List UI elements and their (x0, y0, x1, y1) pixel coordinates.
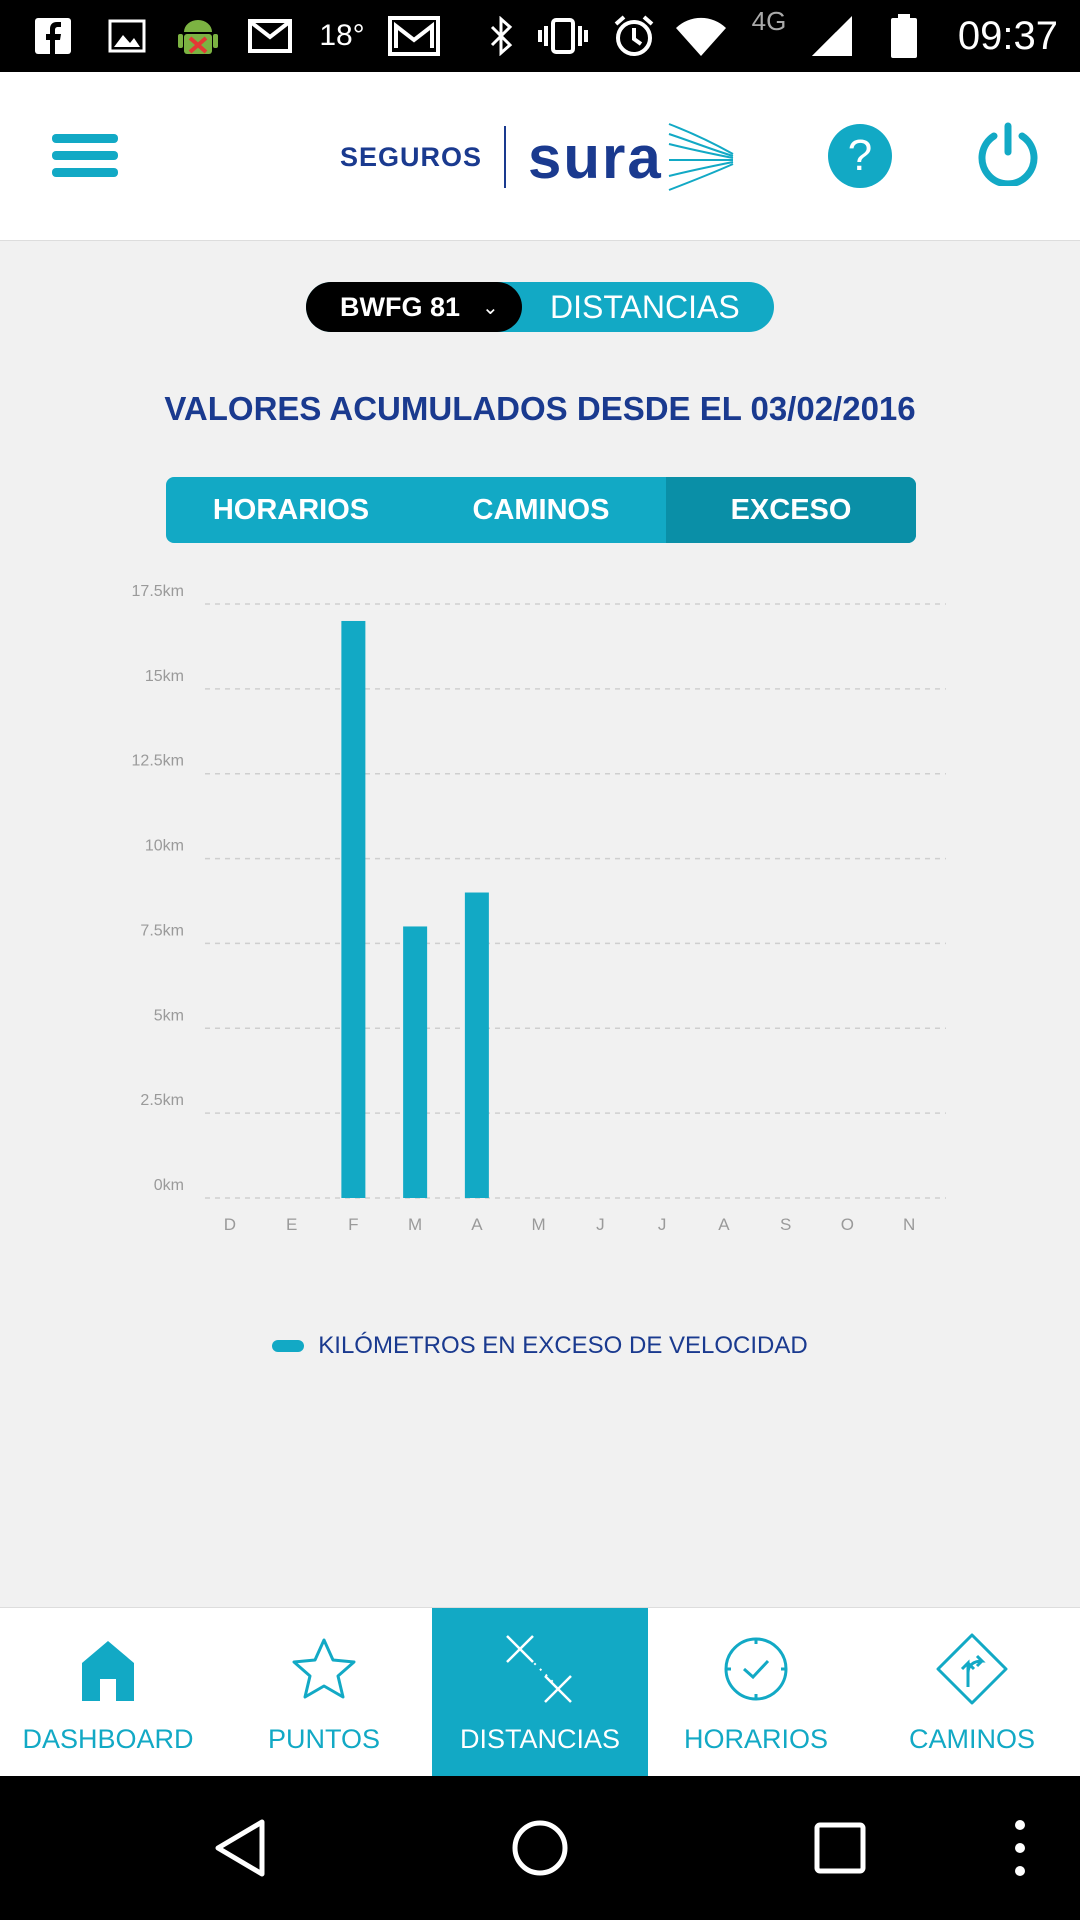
x-tick-label: N (903, 1215, 915, 1234)
facebook-icon (30, 0, 76, 72)
battery-icon (884, 0, 924, 72)
star-icon (216, 1632, 432, 1706)
distance-icon (432, 1632, 648, 1706)
clock-text: 09:37 (957, 13, 1058, 58)
chevron-down-icon: ⌄ (482, 296, 499, 319)
status-bar: 18° 4G 09:37 (0, 0, 1080, 72)
signal-icon (808, 0, 856, 72)
bar-a-4 (464, 892, 489, 1198)
nav-puntos-label: PUNTOS (267, 1724, 381, 1754)
nav-distancias-label: DISTANCIAS (459, 1724, 621, 1754)
logo-divider (504, 126, 507, 188)
nav-dashboard[interactable]: DASHBOARD (0, 1608, 216, 1776)
speed-excess-bar-chart: 0km 2.5km 5km 7.5km 10km 12.5km 15km 17.5km D E F M… (132, 583, 946, 1234)
gmail-outline-icon (386, 0, 442, 72)
page-title: VALORES ACUMULADOS DESDE EL 03/02/2016 (164, 390, 916, 427)
nav-dashboard-label: DASHBOARD (22, 1724, 194, 1754)
x-tick-label: M (532, 1215, 546, 1234)
y-tick-label: 15km (145, 668, 184, 685)
back-icon[interactable] (200, 1776, 280, 1920)
nav-puntos[interactable]: PUNTOS (216, 1608, 432, 1776)
gmail-icon (246, 0, 294, 72)
legend-swatch (272, 1340, 305, 1352)
vehicle-dropdown[interactable]: BWFG 81 ⌄ (306, 282, 522, 332)
logo-seguros-text: SEGUROS (340, 141, 483, 172)
bluetooth-icon (484, 0, 520, 72)
y-tick-label: 5km (154, 1007, 184, 1024)
tab-exceso[interactable]: EXCESO (666, 477, 916, 543)
y-tick-label: 17.5km (132, 583, 184, 600)
vibrate-icon (534, 0, 592, 72)
more-vertical-icon[interactable] (1000, 1776, 1040, 1920)
android-debug-icon (174, 0, 222, 72)
recents-icon[interactable] (800, 1776, 880, 1920)
x-tick-label: O (841, 1215, 854, 1234)
section-label: DISTANCIAS (550, 288, 740, 325)
y-tick-label: 2.5km (140, 1092, 184, 1109)
y-tick-label: 12.5km (132, 753, 184, 770)
y-tick-label: 10km (145, 838, 184, 855)
nav-caminos[interactable]: CAMINOS (864, 1608, 1080, 1776)
alarm-icon (610, 0, 658, 72)
tab-horarios[interactable]: HORARIOS (166, 477, 416, 543)
network-type-text: 4G (751, 6, 787, 36)
home-circle-icon[interactable] (500, 1776, 580, 1920)
home-icon (0, 1632, 216, 1706)
x-tick-label: J (658, 1215, 667, 1234)
clock-icon (648, 1632, 864, 1706)
app-header: SEGUROS sura ? (0, 72, 1080, 241)
y-tick-label: 0km (154, 1177, 184, 1194)
x-tick-label: F (348, 1215, 358, 1234)
logo-wing-icon (668, 123, 734, 191)
bottom-navigation: DASHBOARD PUNTOS DISTANCIAS HORARIOS CAM… (0, 1607, 1080, 1776)
x-tick-label: E (286, 1215, 297, 1234)
bar-m-3 (403, 926, 428, 1198)
x-tick-label: S (780, 1215, 791, 1234)
x-tick-label: D (224, 1215, 236, 1234)
x-tick-label: M (408, 1215, 422, 1234)
nav-caminos-label: CAMINOS (908, 1724, 1035, 1754)
wifi-icon (672, 0, 730, 72)
nav-distancias[interactable]: DISTANCIAS (432, 1608, 648, 1776)
vehicle-plate-text: BWFG 81 (340, 291, 461, 322)
chart-legend: KILÓMETROS EN EXCESO DE VELOCIDAD (0, 1332, 1080, 1360)
sura-logo: SEGUROS sura (340, 122, 735, 192)
x-tick-label: J (596, 1215, 605, 1234)
gallery-icon (104, 0, 150, 72)
chart-tabs: HORARIOS CAMINOS EXCESO (166, 477, 916, 543)
power-icon[interactable] (976, 122, 1040, 188)
help-button[interactable]: ? (828, 124, 892, 188)
tab-caminos[interactable]: CAMINOS (416, 477, 666, 543)
system-navigation-bar (0, 1776, 1080, 1920)
vehicle-section-selector: DISTANCIAS BWFG 81 ⌄ (306, 282, 774, 332)
legend-label: KILÓMETROS EN EXCESO DE VELOCIDAD (318, 1332, 808, 1359)
route-icon (864, 1632, 1080, 1706)
nav-horarios-label: HORARIOS (683, 1724, 829, 1754)
logo-sura-text: sura (528, 123, 663, 191)
x-tick-label: A (471, 1215, 483, 1234)
hamburger-menu-icon[interactable] (52, 134, 118, 178)
bar-f-2 (341, 620, 366, 1198)
y-tick-label: 7.5km (140, 922, 184, 939)
temperature-text: 18° (319, 19, 365, 52)
nav-horarios[interactable]: HORARIOS (648, 1608, 864, 1776)
x-tick-label: A (718, 1215, 730, 1234)
